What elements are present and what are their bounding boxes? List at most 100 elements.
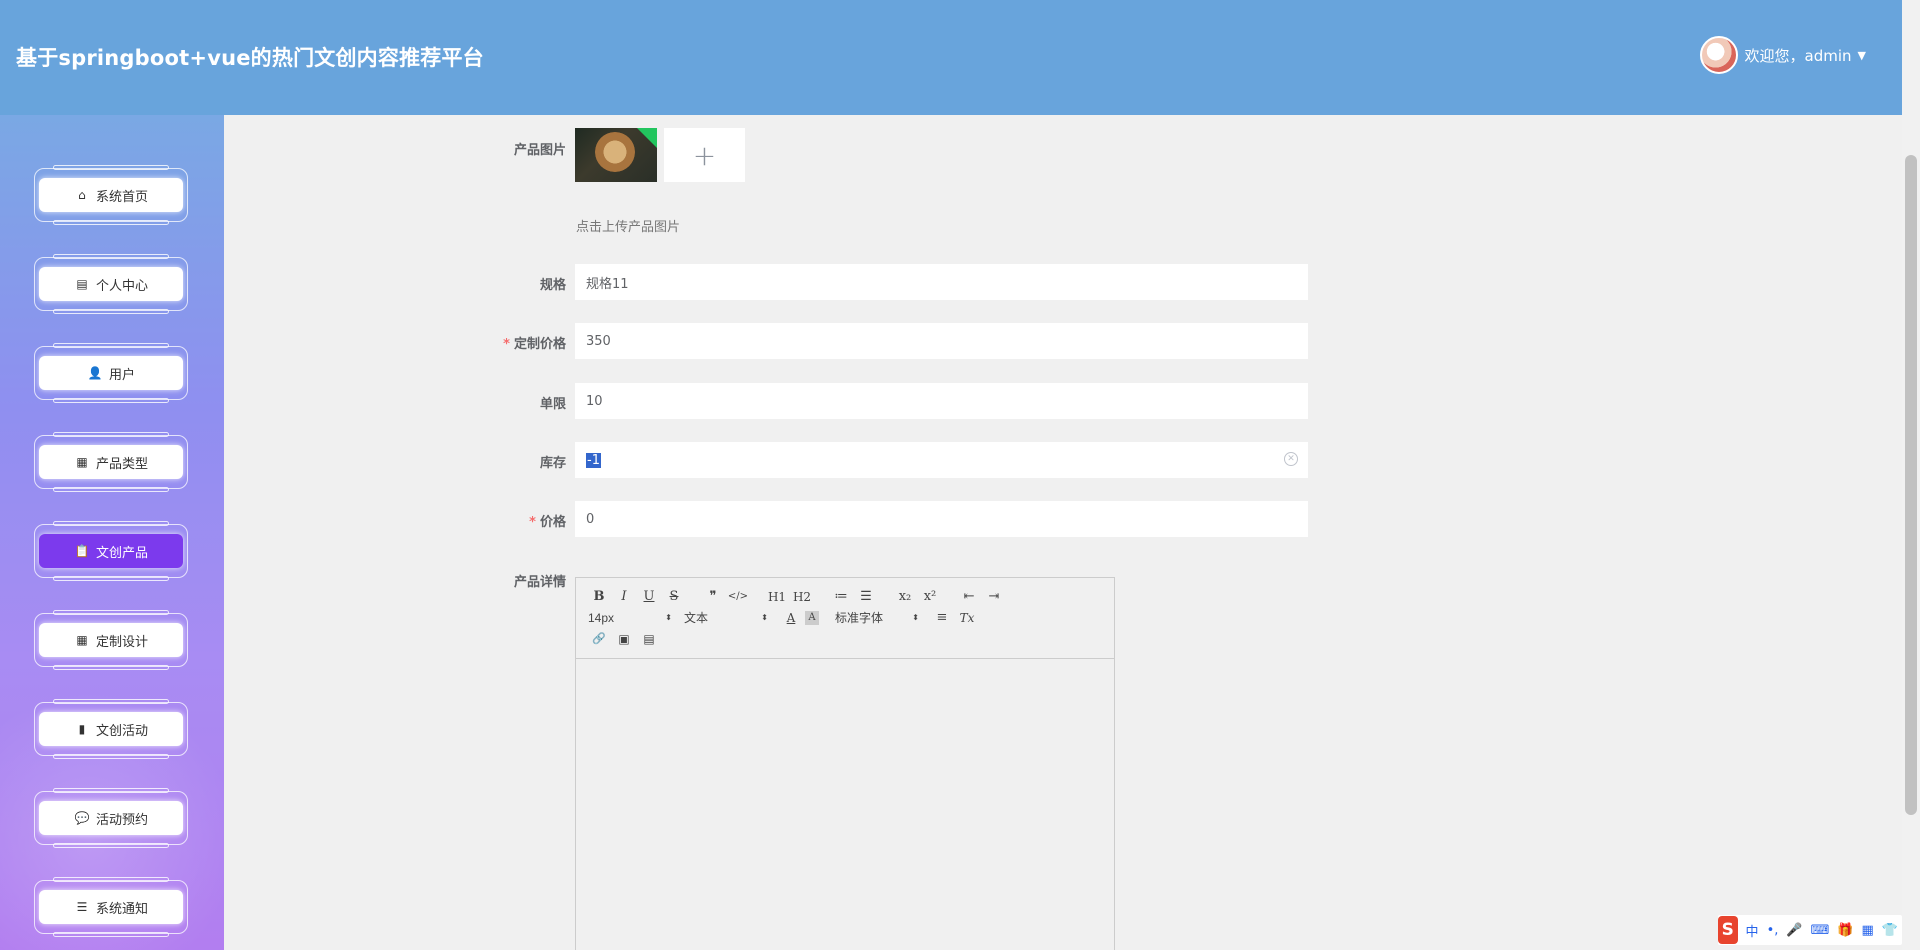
stock-value: -1 bbox=[586, 452, 601, 468]
code-button[interactable]: </> bbox=[727, 587, 749, 607]
image-icon[interactable]: ▣ bbox=[613, 629, 635, 649]
sidebar-item-cultural-activities-button[interactable]: ▮ 文创活动 bbox=[39, 712, 183, 746]
ime-grid-icon[interactable]: ▦ bbox=[1862, 923, 1874, 938]
custom-price-label: * 定制价格 bbox=[446, 333, 566, 352]
sidebar-item-personal-center[interactable]: ▤ 个人中心 bbox=[34, 254, 188, 314]
product-detail-label: 产品详情 bbox=[513, 575, 566, 590]
price-label: * 价格 bbox=[446, 511, 566, 530]
scrollbar-thumb[interactable] bbox=[1905, 155, 1917, 815]
italic-button[interactable]: I bbox=[613, 587, 635, 607]
app-title: 基于springboot+vue的热门文创内容推荐平台 bbox=[16, 46, 484, 70]
page-scrollbar[interactable] bbox=[1902, 0, 1920, 950]
required-mark: * bbox=[529, 515, 536, 530]
font-size-picker[interactable]: 14px ⬍ bbox=[588, 611, 672, 625]
top-header: 基于springboot+vue的热门文创内容推荐平台 欢迎您，admin ▼ bbox=[0, 0, 1902, 115]
spec-input[interactable]: 规格11 bbox=[575, 264, 1308, 300]
background-color-button[interactable]: A bbox=[805, 610, 819, 625]
strike-button[interactable]: S bbox=[663, 587, 685, 607]
custom-price-label-text: 定制价格 bbox=[513, 337, 566, 352]
stock-label: 库存 bbox=[539, 456, 566, 471]
bold-button[interactable]: B bbox=[588, 587, 610, 607]
sidebar-item-cultural-activities[interactable]: ▮ 文创活动 bbox=[34, 699, 188, 759]
upload-image-button[interactable]: + bbox=[664, 128, 745, 182]
header2-button[interactable]: H2 bbox=[791, 587, 813, 607]
price-label-text: 价格 bbox=[539, 515, 566, 530]
editor-content-area[interactable] bbox=[576, 659, 1114, 950]
sidebar-item-label: 文创产品 bbox=[95, 545, 148, 561]
sidebar-item-users-button[interactable]: 👤 用户 bbox=[39, 356, 183, 390]
bullet-list-button[interactable]: ☰ bbox=[855, 587, 877, 607]
ime-toolbar[interactable]: S 中 •, 🎤 ⌨ 🎁 ▦ 👕 bbox=[1718, 915, 1902, 945]
user-greeting[interactable]: 欢迎您，admin bbox=[1745, 45, 1852, 66]
header1-button[interactable]: H1 bbox=[766, 587, 788, 607]
product-image-thumbnail[interactable] bbox=[575, 128, 657, 182]
spec-label: 规格 bbox=[539, 278, 566, 293]
clear-icon[interactable]: ✕ bbox=[1284, 452, 1298, 466]
product-image-label: 产品图片 bbox=[513, 143, 566, 158]
sidebar-item-cultural-products-button[interactable]: 📋 文创产品 bbox=[39, 534, 183, 568]
sidebar-item-product-types-button[interactable]: ▦ 产品类型 bbox=[39, 445, 183, 479]
outdent-button[interactable]: ⇤ bbox=[958, 587, 980, 607]
sidebar-item-custom-design-button[interactable]: ▦ 定制设计 bbox=[39, 623, 183, 657]
picker-arrow-icon: ⬍ bbox=[665, 613, 672, 622]
custom-price-input[interactable]: 350 bbox=[575, 323, 1308, 359]
header-picker[interactable]: 文本 ⬍ bbox=[684, 609, 768, 626]
sidebar-item-product-types[interactable]: ▦ 产品类型 bbox=[34, 432, 188, 492]
indent-button[interactable]: ⇥ bbox=[983, 587, 1005, 607]
limit-input[interactable]: 10 bbox=[575, 383, 1308, 419]
limit-value: 10 bbox=[586, 393, 603, 409]
ime-language-toggle[interactable]: 中 bbox=[1746, 921, 1759, 940]
ime-punctuation-icon[interactable]: •, bbox=[1767, 923, 1779, 938]
ime-keyboard-icon[interactable]: ⌨ bbox=[1811, 923, 1830, 938]
sidebar-item-label: 活动预约 bbox=[95, 812, 148, 828]
sidebar-item-home[interactable]: ⌂ 系统首页 bbox=[34, 165, 188, 225]
link-icon[interactable]: 🔗 bbox=[588, 629, 610, 649]
user-menu[interactable]: 欢迎您，admin ▼ bbox=[1699, 36, 1866, 74]
sidebar-item-system-notice-button[interactable]: ☰ 系统通知 bbox=[39, 890, 183, 924]
chevron-down-icon[interactable]: ▼ bbox=[1858, 49, 1866, 62]
sidebar-item-label: 用户 bbox=[108, 367, 135, 383]
user-icon: 👤 bbox=[87, 366, 103, 380]
sidebar-item-users[interactable]: 👤 用户 bbox=[34, 343, 188, 403]
sidebar-item-activity-booking[interactable]: 💬 活动预约 bbox=[34, 788, 188, 848]
price-input[interactable]: 0 bbox=[575, 501, 1308, 537]
clear-format-button[interactable]: Tx bbox=[956, 608, 978, 628]
home-icon: ⌂ bbox=[78, 188, 86, 202]
grid-icon: ▦ bbox=[76, 633, 88, 647]
sidebar-item-system-notice[interactable]: ☰ 系统通知 bbox=[34, 877, 188, 937]
required-mark: * bbox=[503, 337, 510, 352]
ordered-list-button[interactable]: ≔ bbox=[830, 587, 852, 607]
video-icon[interactable]: ▤ bbox=[638, 629, 660, 649]
font-size-value: 14px bbox=[588, 610, 615, 625]
subscript-button[interactable]: x₂ bbox=[894, 587, 916, 607]
custom-price-value: 350 bbox=[586, 333, 611, 349]
avatar[interactable] bbox=[1699, 36, 1738, 74]
sidebar-item-label: 系统通知 bbox=[95, 901, 148, 917]
underline-button[interactable]: U bbox=[638, 587, 660, 607]
sogou-logo-icon[interactable]: S bbox=[1718, 916, 1738, 944]
picker-arrow-icon: ⬍ bbox=[912, 613, 919, 622]
align-button[interactable]: ≡ bbox=[931, 608, 953, 628]
ime-skin-icon[interactable]: 👕 bbox=[1882, 923, 1898, 938]
superscript-button[interactable]: x² bbox=[919, 587, 941, 607]
text-color-button[interactable]: A bbox=[780, 608, 802, 628]
sidebar-item-personal-center-button[interactable]: ▤ 个人中心 bbox=[39, 267, 183, 301]
font-family-value: 标准字体 bbox=[835, 611, 884, 625]
bar-chart-icon: ▮ bbox=[78, 722, 86, 736]
sidebar-item-cultural-products[interactable]: 📋 文创产品 bbox=[34, 521, 188, 581]
spec-value: 规格11 bbox=[586, 276, 629, 292]
sidebar-item-custom-design[interactable]: ▦ 定制设计 bbox=[34, 610, 188, 670]
sidebar: ⌂ 系统首页 ▤ 个人中心 👤 用户 ▦ 产品类型 📋 文创产品 ▦ 定制设计 bbox=[0, 115, 224, 950]
header-picker-value: 文本 bbox=[684, 611, 709, 625]
stock-input[interactable]: -1 ✕ bbox=[575, 442, 1308, 478]
blockquote-button[interactable]: ❞ bbox=[702, 587, 724, 607]
sidebar-item-label: 文创活动 bbox=[95, 723, 148, 739]
ime-microphone-icon[interactable]: 🎤 bbox=[1786, 923, 1802, 938]
grid-icon: ▦ bbox=[76, 455, 88, 469]
sidebar-item-home-button[interactable]: ⌂ 系统首页 bbox=[39, 178, 183, 212]
font-family-picker[interactable]: 标准字体 ⬍ bbox=[835, 609, 919, 626]
clipboard-icon: 📋 bbox=[74, 544, 90, 558]
ime-gift-icon[interactable]: 🎁 bbox=[1837, 923, 1853, 938]
sidebar-item-label: 产品类型 bbox=[95, 456, 148, 472]
sidebar-item-activity-booking-button[interactable]: 💬 活动预约 bbox=[39, 801, 183, 835]
